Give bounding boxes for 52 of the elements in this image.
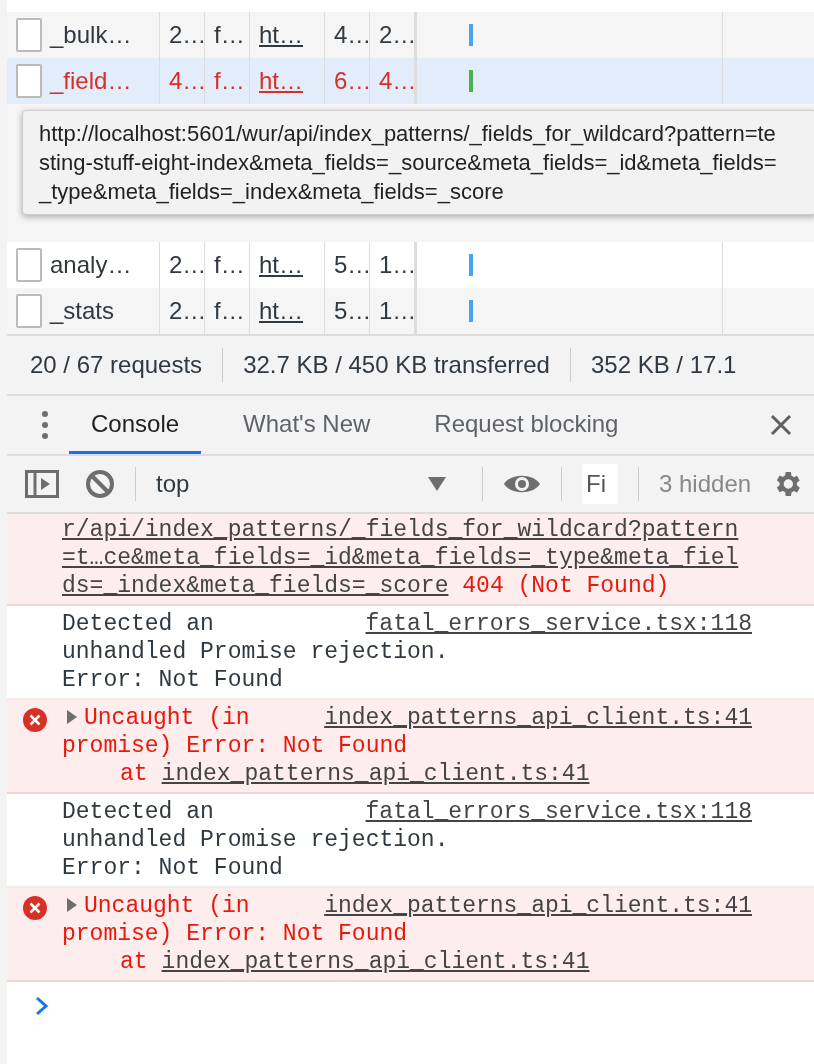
source-link[interactable]: fatal_errors_service.tsx:118 — [365, 610, 752, 638]
source-link[interactable]: fatal_errors_service.tsx:118 — [365, 798, 752, 826]
table-cell: 4… — [334, 21, 369, 49]
stack-text: at — [120, 760, 148, 788]
table-cell: ht… — [259, 251, 303, 279]
table-cell: analy… — [50, 251, 132, 279]
drawer-tab[interactable]: Request blocking — [412, 396, 641, 454]
status-text: 32.7 KB / 450 KB transferred — [243, 351, 550, 379]
url-tooltip: http://localhost:5601/wur/api/index_patterns/_fields_for_wildcard?pattern=testing-stuff-eight-index&meta_fields=_source&meta_fields=_id&meta_fields=_type&meta_fields=_index&meta_fields=_score — [22, 110, 814, 215]
table-cell: 5… — [334, 297, 369, 325]
table-cell: f… — [214, 67, 245, 95]
error-text: promise) Error: Not Found — [62, 921, 408, 947]
message-text: Detected an — [62, 798, 214, 826]
table-cell: ht… — [259, 67, 303, 95]
table-cell: 2… — [169, 297, 204, 325]
message-text: Error: Not Found — [62, 667, 283, 693]
drawer-tab[interactable]: What's New — [221, 396, 393, 454]
table-cell: _bulk… — [50, 21, 132, 49]
table-cell: ht… — [259, 21, 303, 49]
table-cell: f… — [214, 297, 245, 325]
table-cell: 2… — [379, 21, 414, 49]
error-text: Uncaught (in — [84, 705, 250, 731]
table-cell: 5… — [334, 251, 369, 279]
table-cell: 2… — [169, 21, 204, 49]
table-cell: 4… — [169, 67, 204, 95]
table-cell: _stats — [50, 297, 115, 325]
filter-field[interactable]: Fi — [582, 464, 618, 504]
error-message: r/api/index_patterns/_fields_for_wildcard?pattern=t…ce&meta_fields=_id&meta_fields=_type&meta_fields=_index&meta_fields=_score 404 (Not Found) — [62, 516, 740, 600]
table-cell: f… — [214, 21, 245, 49]
table-cell: ht… — [259, 297, 303, 325]
source-link[interactable]: index_patterns_api_client.ts:41 — [324, 704, 752, 732]
error-text: promise) Error: Not Found — [62, 733, 408, 759]
table-cell: _field… — [50, 67, 132, 95]
stack-link[interactable]: index_patterns_api_client.ts:41 — [161, 760, 590, 788]
hidden-count: 3 hidden — [659, 470, 752, 498]
source-link[interactable]: index_patterns_api_client.ts:41 — [324, 892, 752, 920]
message-text: unhandled Promise rejection. — [62, 639, 449, 665]
table-cell: f… — [214, 251, 245, 279]
error-text: Uncaught (in — [84, 893, 250, 919]
message-text: Error: Not Found — [62, 855, 283, 881]
table-cell: 1… — [379, 297, 414, 325]
table-cell: 6… — [334, 67, 369, 95]
message-text: unhandled Promise rejection. — [62, 827, 449, 853]
table-cell: 4… — [379, 67, 414, 95]
table-cell: 1… — [379, 251, 414, 279]
table-cell: 2… — [169, 251, 204, 279]
status-text: 20 / 67 requests — [30, 351, 203, 379]
status-text: 352 KB / 17.1 — [590, 351, 737, 379]
context-select[interactable]: top — [156, 470, 462, 498]
stack-text: at — [120, 948, 148, 976]
stack-link[interactable]: index_patterns_api_client.ts:41 — [161, 948, 590, 976]
message-text: Detected an — [62, 610, 214, 638]
